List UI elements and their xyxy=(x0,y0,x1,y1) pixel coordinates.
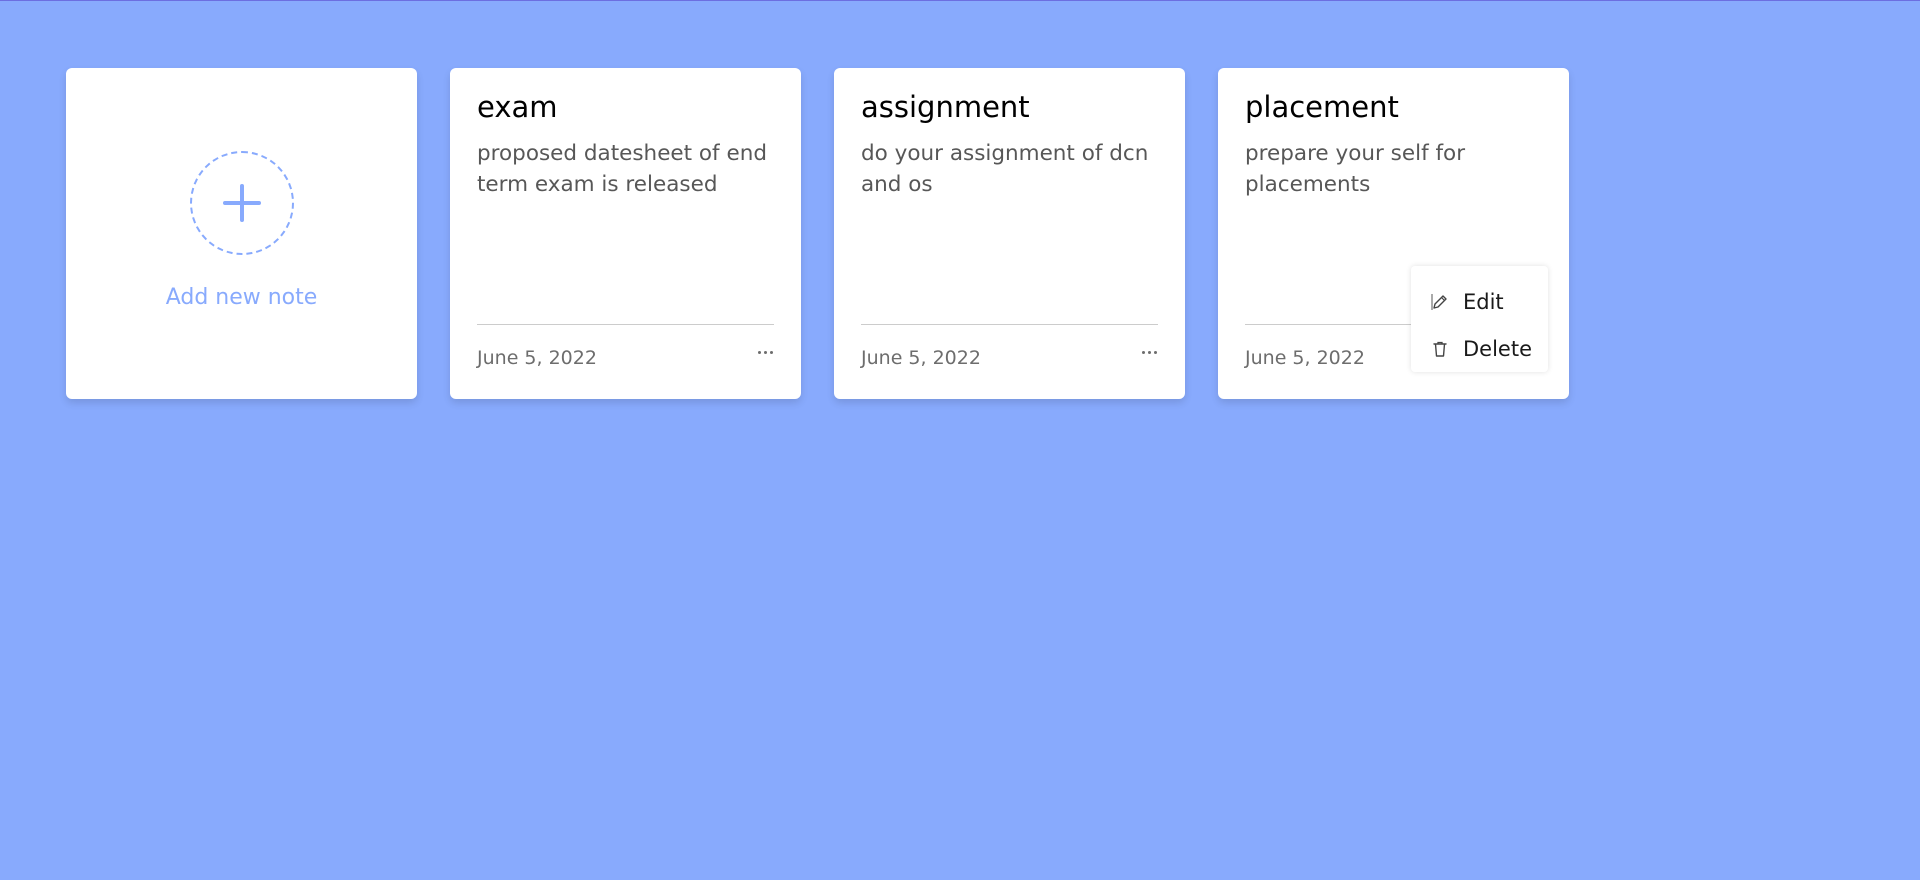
plus-icon xyxy=(222,184,261,222)
more-options-icon[interactable] xyxy=(758,351,773,354)
edit-menu-item[interactable]: Edit xyxy=(1411,278,1548,325)
note-date: June 5, 2022 xyxy=(1245,347,1365,369)
edit-label[interactable]: Edit xyxy=(1463,290,1504,314)
note-description: proposed datesheet of end term exam is r… xyxy=(477,141,767,197)
note-divider xyxy=(477,324,774,325)
delete-label[interactable]: Delete xyxy=(1463,337,1532,361)
add-note-card[interactable]: Add new note xyxy=(66,68,417,399)
note-title: exam xyxy=(477,90,558,124)
note-date: June 5, 2022 xyxy=(477,347,597,369)
note-card: placement prepare your self for placemen… xyxy=(1218,68,1569,399)
pencil-icon xyxy=(1431,293,1447,310)
note-date: June 5, 2022 xyxy=(861,347,981,369)
note-description: do your assignment of dcn and os xyxy=(861,141,1149,197)
note-description: prepare your self for placements xyxy=(1245,141,1466,197)
note-card: assignment do your assignment of dcn and… xyxy=(834,68,1185,399)
note-title: placement xyxy=(1245,90,1399,124)
more-options-icon[interactable] xyxy=(1142,351,1157,354)
note-divider xyxy=(861,324,1158,325)
note-title: assignment xyxy=(861,90,1030,124)
trash-icon xyxy=(1433,341,1447,357)
delete-menu-item[interactable]: Delete xyxy=(1411,325,1548,372)
add-note-circle[interactable] xyxy=(189,151,294,255)
notes-grid: Add new note exam proposed datesheet of … xyxy=(66,68,1569,399)
add-note-label[interactable]: Add new note xyxy=(166,285,318,310)
note-options-menu: Edit Delete xyxy=(1411,266,1548,372)
note-card: exam proposed datesheet of end term exam… xyxy=(450,68,801,399)
